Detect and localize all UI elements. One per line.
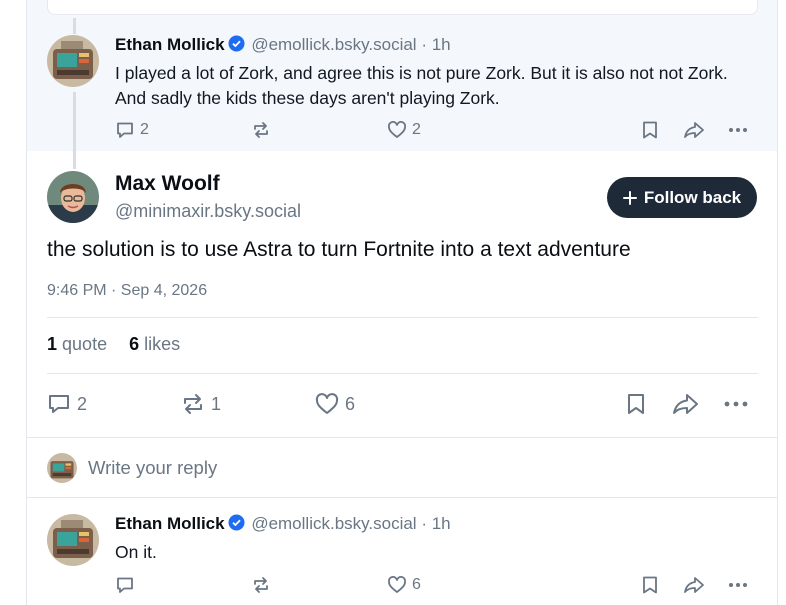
like-button[interactable]: 2 (387, 120, 421, 140)
more-icon (724, 401, 748, 407)
quote-stat[interactable]: 1 quote (47, 334, 107, 355)
bookmark-button[interactable] (641, 575, 659, 595)
share-button[interactable] (683, 120, 705, 140)
repost-icon (184, 394, 202, 414)
thread-line (73, 18, 76, 34)
author-name[interactable]: Ethan Mollick (115, 514, 225, 533)
repost-button[interactable]: 1 (181, 392, 221, 416)
post-age[interactable]: 1h (432, 35, 451, 54)
author-name[interactable]: Max Woolf (115, 172, 220, 196)
more-icon (729, 128, 747, 132)
reply-button[interactable]: 2 (47, 392, 87, 416)
thread-line (73, 151, 76, 169)
post-header: Ethan Mollick @emollick.bsky.social · 1h (115, 514, 451, 534)
reply-input[interactable]: Write your reply (88, 457, 217, 479)
more-icon (729, 583, 747, 587)
bookmark-icon (643, 121, 657, 139)
author-handle[interactable]: @emollick.bsky.social (251, 514, 416, 533)
follow-back-button[interactable]: Follow back (607, 177, 757, 218)
post-actions: 6 (27, 575, 777, 601)
reply-count: 2 (77, 393, 88, 414)
like-count: 6 (345, 393, 356, 414)
likes-count: 6 (129, 334, 140, 354)
more-options-button[interactable] (723, 392, 749, 416)
plus-icon (622, 190, 637, 205)
post-age[interactable]: 1h (432, 514, 451, 533)
repost-button[interactable] (251, 120, 276, 140)
reply-button[interactable]: 2 (115, 120, 149, 140)
author-handle[interactable]: @emollick.bsky.social (251, 35, 416, 54)
parent-post[interactable]: Ethan Mollick @emollick.bsky.social · 1h… (27, 0, 777, 152)
author-handle[interactable]: @minimaxir.bsky.social (115, 201, 301, 222)
thread-column: Ethan Mollick @emollick.bsky.social · 1h… (26, 0, 778, 605)
quote-label: quote (62, 334, 108, 354)
post-header: Ethan Mollick @emollick.bsky.social · 1h (115, 35, 451, 55)
share-button[interactable] (683, 575, 705, 595)
quoted-card-tail (47, 0, 758, 15)
divider (47, 373, 758, 374)
like-button[interactable]: 6 (387, 575, 421, 595)
post-stats: 1 quote 6 likes (47, 334, 180, 355)
post-actions: 2 2 (27, 120, 777, 146)
post-timestamp[interactable]: 9:46 PM · Sep 4, 2026 (47, 282, 207, 300)
reply-composer[interactable]: Write your reply (27, 437, 777, 498)
verified-badge-icon (228, 35, 245, 52)
avatar (47, 453, 77, 483)
follow-back-label: Follow back (643, 187, 742, 207)
repost-button[interactable] (251, 575, 276, 595)
heart-icon (388, 121, 406, 138)
reply-icon (117, 122, 133, 138)
reply-icon (49, 395, 69, 413)
avatar[interactable] (47, 514, 99, 566)
likes-label: likes (144, 334, 181, 354)
repost-icon (254, 577, 268, 593)
separator: · (421, 35, 427, 54)
repost-icon (254, 122, 268, 138)
avatar[interactable] (47, 171, 99, 223)
repost-count: 1 (211, 393, 222, 414)
bookmark-button[interactable] (625, 392, 647, 416)
share-button[interactable] (672, 392, 700, 416)
share-icon (673, 394, 698, 414)
reply-icon (117, 577, 133, 593)
heart-icon (388, 576, 406, 593)
quote-count: 1 (47, 334, 58, 354)
verified-badge-icon (228, 514, 245, 531)
post-text: the solution is to use Astra to turn For… (47, 238, 631, 261)
more-options-button[interactable] (727, 575, 749, 595)
like-button[interactable]: 6 (315, 392, 355, 416)
more-options-button[interactable] (727, 120, 749, 140)
bookmark-icon (643, 576, 657, 594)
share-icon (684, 577, 704, 593)
reply-button[interactable] (115, 575, 140, 595)
separator: · (421, 514, 427, 533)
bookmark-button[interactable] (641, 120, 659, 140)
share-icon (684, 122, 704, 138)
avatar[interactable] (47, 35, 99, 87)
divider (47, 317, 758, 318)
bookmark-icon (628, 394, 644, 414)
like-count: 2 (412, 121, 421, 138)
author-name[interactable]: Ethan Mollick (115, 35, 225, 54)
heart-icon (315, 393, 339, 414)
reply-count: 2 (140, 121, 149, 138)
like-count: 6 (412, 576, 421, 593)
likes-stat[interactable]: 6 likes (129, 334, 180, 355)
post-text: I played a lot of Zork, and agree this i… (115, 63, 728, 108)
post-text: On it. (115, 542, 157, 562)
